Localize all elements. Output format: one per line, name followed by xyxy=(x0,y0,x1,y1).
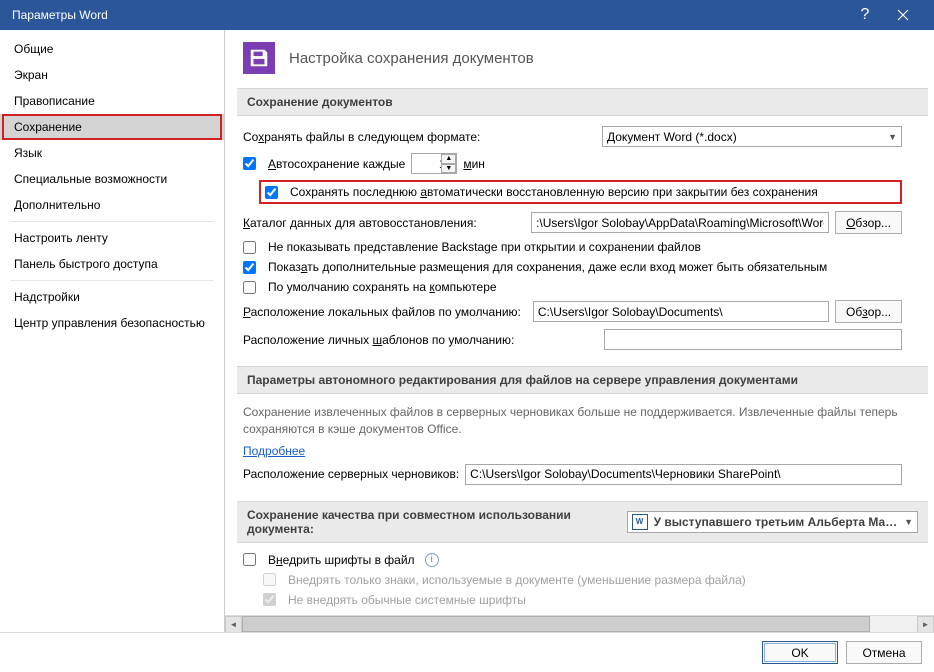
word-doc-icon: W xyxy=(632,514,648,530)
scroll-right-button[interactable]: ► xyxy=(917,616,934,632)
save-format-combo[interactable]: Документ Word (*.docx) ▼ xyxy=(602,126,902,147)
no-backstage-label: Не показывать представление Backstage пр… xyxy=(268,240,701,254)
no-system-fonts-label: Не внедрять обычные системные шрифты xyxy=(288,593,526,607)
embed-fonts-label: Внедрить шрифты в файл xyxy=(268,553,415,567)
document-selector-combo[interactable]: W У выступавшего третьим Альберта Макси.… xyxy=(627,511,918,533)
default-local-browse-button[interactable]: Обзор... xyxy=(835,300,902,323)
page-heading: Настройка сохранения документов xyxy=(289,50,534,67)
chevron-down-icon: ▼ xyxy=(888,132,897,142)
default-template-label: Расположение личных шаблонов по умолчани… xyxy=(243,333,514,347)
info-icon[interactable]: i xyxy=(425,553,439,567)
group-share-quality: Сохранение качества при совместном испол… xyxy=(237,501,928,543)
chevron-down-icon: ▼ xyxy=(904,517,913,527)
nav-qat[interactable]: Панель быстрого доступа xyxy=(0,251,224,277)
close-button[interactable] xyxy=(880,0,926,30)
nav-display[interactable]: Экран xyxy=(0,62,224,88)
nav-trust[interactable]: Центр управления безопасностью xyxy=(0,310,224,336)
sidebar-separator xyxy=(10,221,214,222)
horizontal-scrollbar[interactable]: ◄ ► xyxy=(225,615,934,632)
no-backstage-checkbox[interactable] xyxy=(243,241,256,254)
embed-subset-checkbox xyxy=(263,573,276,586)
nav-save[interactable]: Сохранение xyxy=(0,114,224,140)
autorecover-path-label: Каталог данных для автовосстановления: xyxy=(243,216,477,230)
offline-note: Сохранение извлеченных файлов в серверны… xyxy=(243,404,902,438)
show-places-checkbox[interactable] xyxy=(243,261,256,274)
autosave-label: Автосохранение каждые xyxy=(268,157,405,171)
save-format-label: Сохранять файлы в следующем формате: xyxy=(243,130,480,144)
embed-subset-label: Внедрять только знаки, используемые в до… xyxy=(288,573,746,587)
nav-advanced[interactable]: Дополнительно xyxy=(0,192,224,218)
nav-addins[interactable]: Надстройки xyxy=(0,284,224,310)
no-system-fonts-checkbox xyxy=(263,593,276,606)
nav-general[interactable]: Общие xyxy=(0,36,224,62)
default-local-label: Расположение локальных файлов по умолчан… xyxy=(243,305,521,319)
keep-last-autosave-label: Сохранять последнюю автоматически восста… xyxy=(290,185,818,199)
show-places-label: Показать дополнительные размещения для с… xyxy=(268,260,827,274)
server-drafts-label: Расположение серверных черновиков: xyxy=(243,467,459,481)
autorecover-browse-button[interactable]: ОбОбзор...зор... xyxy=(835,211,902,234)
default-local-input[interactable] xyxy=(533,301,829,322)
dialog-button-bar: OK Отмена xyxy=(0,632,934,672)
nav-language[interactable]: Язык xyxy=(0,140,224,166)
scroll-thumb[interactable] xyxy=(242,616,870,632)
default-template-input[interactable] xyxy=(604,329,902,350)
nav-proofing[interactable]: Правописание xyxy=(0,88,224,114)
save-local-checkbox[interactable] xyxy=(243,281,256,294)
keep-last-autosave-checkbox[interactable] xyxy=(265,186,278,199)
autosave-checkbox[interactable] xyxy=(243,157,256,170)
server-drafts-input[interactable] xyxy=(465,464,902,485)
nav-ribbon[interactable]: Настроить ленту xyxy=(0,225,224,251)
embed-fonts-checkbox[interactable] xyxy=(243,553,256,566)
content-pane: Настройка сохранения документов Сохранен… xyxy=(225,30,934,632)
save-local-label: По умолчанию сохранять на компьютере xyxy=(268,280,497,294)
spin-up[interactable]: ▲ xyxy=(441,154,456,164)
spin-down[interactable]: ▼ xyxy=(441,164,456,174)
scroll-left-button[interactable]: ◄ xyxy=(225,616,242,632)
title-bar: Параметры Word ? xyxy=(0,0,934,30)
window-title: Параметры Word xyxy=(8,8,850,22)
save-section-icon xyxy=(243,42,275,74)
autosave-unit: мин xyxy=(463,157,485,171)
sidebar-separator xyxy=(10,280,214,281)
category-sidebar: Общие Экран Правописание Сохранение Язык… xyxy=(0,30,225,632)
group-offline-edit: Параметры автономного редактирования для… xyxy=(237,366,928,394)
autorecover-path-input[interactable] xyxy=(531,212,829,233)
ok-button[interactable]: OK xyxy=(762,641,838,664)
nav-accessibility[interactable]: Специальные возможности xyxy=(0,166,224,192)
group-save-documents: Сохранение документов xyxy=(237,88,928,116)
help-button[interactable]: ? xyxy=(850,0,880,30)
offline-more-link[interactable]: Подробнее xyxy=(243,444,305,458)
cancel-button[interactable]: Отмена xyxy=(846,641,922,664)
